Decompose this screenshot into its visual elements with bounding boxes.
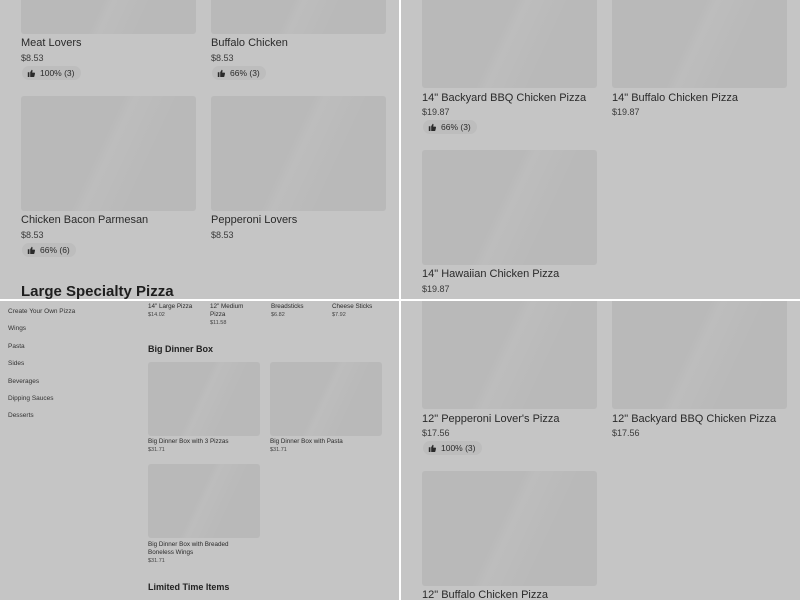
menu-item-price: $19.87 [422,107,450,117]
menu-item-name: Breadsticks [271,303,304,310]
menu-item-name: 12" Medium Pizza [210,303,244,318]
section-title: Big Dinner Box [148,344,214,354]
sidebar-item-create-your-own-pizza[interactable]: Create Your Own Pizza [8,308,75,315]
rating-text: 66% (3) [441,122,471,132]
menu-item-price: $17.56 [612,428,640,438]
menu-item-image [270,362,382,436]
menu-item-image [148,464,260,538]
rating-badge: 66% (3) [212,66,266,80]
menu-item-name: 12" Buffalo Chicken Pizza [422,589,548,600]
thumbs-up-icon [428,123,436,131]
menu-item-name: Meat Lovers [21,37,82,49]
menu-item-image [422,0,597,88]
sidebar-item-desserts[interactable]: Desserts [8,412,34,419]
sidebar-item-wings[interactable]: Wings [8,325,26,332]
sidebar-item-dipping-sauces[interactable]: Dipping Sauces [8,395,54,402]
menu-item-name: Chicken Bacon Parmesan [21,214,149,226]
menu-item-name: Pepperoni Lovers [211,214,298,226]
thumbs-up-icon [217,69,225,77]
rating-badge: 100% (3) [423,441,482,455]
menu-item-name: Buffalo Chicken [211,37,288,49]
thumbs-up-icon [27,69,35,77]
menu-item-name: Big Dinner Box with Pasta [270,438,343,445]
menu-item-price: $8.53 [21,53,44,63]
menu-item-image [612,301,787,409]
menu-item-price: $8.53 [21,230,44,240]
rating-text: 100% (3) [441,443,476,453]
section-title: Large Specialty Pizza [21,283,174,299]
menu-item-price: $6.82 [271,312,285,318]
menu-item-name: 14" Large Pizza [148,303,193,310]
menu-item-price: $8.53 [211,53,234,63]
rating-text: 66% (6) [40,245,70,255]
panel-bottom-left: Create Your Own Pizza Wings Pasta Sides … [0,301,399,600]
menu-item-name: Big Dinner Box with Breaded Boneless Win… [148,541,229,556]
menu-item-price: $14.02 [148,312,165,318]
menu-item-image [211,0,386,34]
rating-badge: 100% (3) [22,66,81,80]
menu-item-image [148,362,260,436]
menu-item-price: $19.87 [612,107,640,117]
rating-text: 100% (3) [40,68,75,78]
menu-item-name: Big Dinner Box with 3 Pizzas [148,438,229,445]
menu-item-price: $8.53 [211,230,234,240]
menu-item-image [612,0,787,88]
menu-item-name: 14" Backyard BBQ Chicken Pizza [422,92,587,104]
sidebar-item-pasta[interactable]: Pasta [8,343,25,350]
section-title: Limited Time Items [148,582,230,592]
menu-item-price: $19.87 [422,284,450,294]
menu-item-name: 12" Pepperoni Lover's Pizza [422,413,560,425]
menu-item-image [21,96,196,211]
rating-badge: 66% (3) [423,120,477,134]
thumbs-up-icon [27,246,35,254]
menu-item-image [211,96,386,211]
menu-item-name: 14" Buffalo Chicken Pizza [612,92,738,104]
menu-item-name: 12" Backyard BBQ Chicken Pizza [612,413,777,425]
sidebar-item-sides[interactable]: Sides [8,360,24,367]
rating-text: 66% (3) [230,68,260,78]
panel-top-right: 14" Backyard BBQ Chicken Pizza $19.87 66… [401,0,800,299]
rating-badge: 66% (6) [22,243,76,257]
menu-item-name: 14" Hawaiian Chicken Pizza [422,268,560,280]
menu-item-image [21,0,196,34]
menu-item-image [422,471,597,586]
menu-item-image [422,301,597,409]
menu-item-price: $7.92 [332,312,346,318]
menu-item-image [422,150,597,265]
sidebar-item-beverages[interactable]: Beverages [8,378,39,385]
screenshot-grid: Meat Lovers $8.53 100% (3) Buffalo Chick… [0,0,800,600]
menu-item-price: $31.71 [148,558,165,564]
menu-item-price: $17.56 [422,428,450,438]
menu-item-price: $11.58 [210,320,227,326]
panel-top-left: Meat Lovers $8.53 100% (3) Buffalo Chick… [0,0,399,299]
panel-bottom-right: 12" Pepperoni Lover's Pizza $17.56 100% … [401,301,800,600]
menu-item-price: $31.71 [270,447,287,453]
menu-item-name: Cheese Sticks [332,303,373,310]
thumbs-up-icon [428,444,436,452]
menu-item-price: $31.71 [148,447,165,453]
